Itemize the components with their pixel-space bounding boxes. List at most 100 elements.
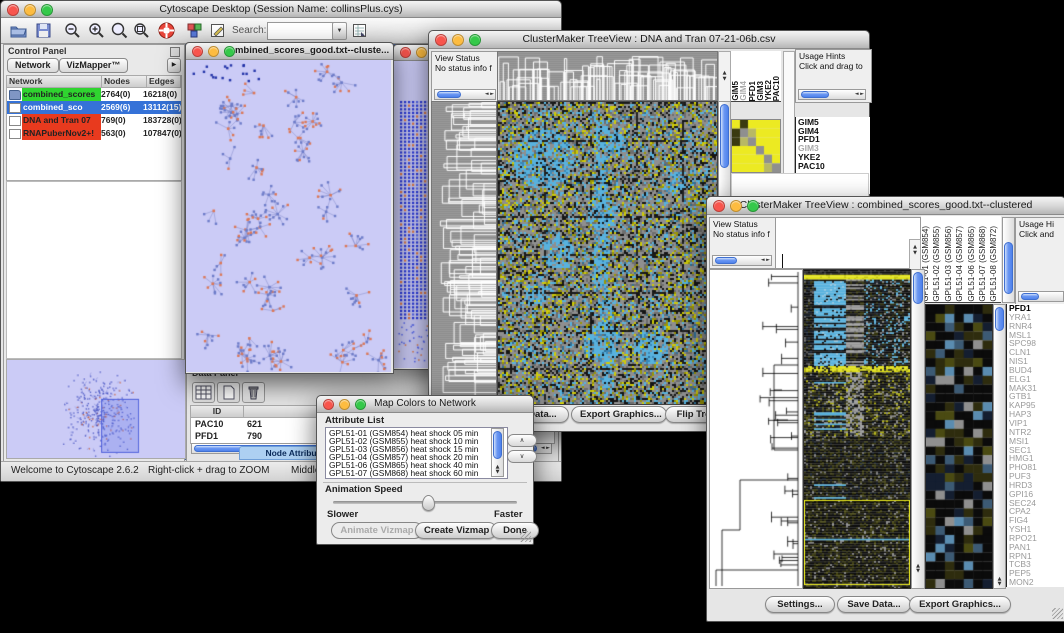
search-input[interactable] xyxy=(267,22,337,40)
tv1-column-label[interactable]: GIM4 xyxy=(739,81,747,101)
zoom-out-icon[interactable] xyxy=(63,21,82,40)
network-overview-thumbnail[interactable] xyxy=(6,359,186,459)
tv1-view-status-text: No status info f xyxy=(435,64,501,74)
tv2-global-heatmap[interactable] xyxy=(803,269,911,589)
tv2-button[interactable]: Save Data... xyxy=(837,596,911,613)
annotation-icon[interactable] xyxy=(208,21,227,40)
dialog-button[interactable]: Animate Vizmap xyxy=(331,522,423,539)
tv2-title-bar[interactable]: ClusterMaker TreeView : combined_scores_… xyxy=(707,197,1064,215)
net1-close-button[interactable] xyxy=(192,46,203,57)
net2-close-button[interactable] xyxy=(400,47,411,58)
dialog-button[interactable]: Done xyxy=(491,522,539,539)
col-nodes[interactable]: Nodes xyxy=(102,76,147,87)
attribute-list-item[interactable]: GPL51-07 (GSM868) heat shock 60 min xyxy=(329,469,507,477)
tv2-labels-vscrollbar[interactable] xyxy=(1002,217,1015,303)
open-folder-icon[interactable] xyxy=(9,21,28,40)
net1-zoom-button[interactable] xyxy=(224,46,235,57)
network-row[interactable]: RNAPuberNov2+! 563(0) 107847(0) xyxy=(7,127,181,140)
tv1-column-dendrogram[interactable] xyxy=(497,51,718,101)
status-welcome: Welcome to Cytoscape 2.6.2 xyxy=(11,465,139,476)
zoom-button[interactable] xyxy=(41,4,53,16)
tv2-column-label[interactable]: GPL51-06 (GSM865) xyxy=(967,226,978,302)
zoom-selected-icon[interactable] xyxy=(110,21,129,40)
main-title-bar[interactable]: Cytoscape Desktop (Session Name: collins… xyxy=(1,1,561,18)
tv1-zoom-button[interactable] xyxy=(469,34,481,46)
resize-grip[interactable] xyxy=(520,531,531,542)
new-attribute-icon[interactable] xyxy=(217,382,240,403)
tv2-column-label[interactable]: GPL51-08 (GSM872) xyxy=(989,226,1000,302)
net1-window-controls xyxy=(192,46,235,57)
network-row[interactable]: combined_sco 2569(6) 13112(15) xyxy=(7,101,181,114)
zoom-in-icon[interactable] xyxy=(87,21,106,40)
network-type-icon xyxy=(9,129,21,139)
tv2-minimize-button[interactable] xyxy=(730,200,742,212)
col-network[interactable]: Network xyxy=(7,76,102,87)
tv2-row-dendrogram[interactable] xyxy=(709,269,803,589)
network-name: RNAPuberNov2+! xyxy=(22,127,101,140)
move-down-button[interactable]: ∨ xyxy=(507,450,537,463)
minimize-button[interactable] xyxy=(24,4,36,16)
delete-attribute-icon[interactable] xyxy=(242,382,265,403)
dialog-zoom-button[interactable] xyxy=(355,399,366,410)
dialog-title-bar[interactable]: Map Colors to Network xyxy=(317,396,533,413)
net1-minimize-button[interactable] xyxy=(208,46,219,57)
tv1-zoom-heatmap[interactable] xyxy=(731,119,781,173)
tv1-row-dendrogram[interactable] xyxy=(431,101,497,405)
tv1-column-label[interactable]: PAC10 xyxy=(772,76,780,101)
network-nodes-count: 2764(0) xyxy=(101,88,143,101)
tv1-heatmap[interactable] xyxy=(497,101,718,405)
tv1-row-label[interactable]: PAC10 xyxy=(798,162,870,171)
tv1-button[interactable]: Export Graphics... xyxy=(571,406,667,423)
network-canvas-1[interactable] xyxy=(186,60,391,372)
move-up-button[interactable]: ∧ xyxy=(507,434,537,447)
tv1-minimize-button[interactable] xyxy=(452,34,464,46)
tv2-zoom-button[interactable] xyxy=(747,200,759,212)
network-row[interactable]: combined_scores 2764(0) 16218(0) xyxy=(7,88,181,101)
tab-network[interactable]: Network xyxy=(7,58,59,73)
dialog-button[interactable]: Create Vizmap xyxy=(415,522,497,539)
tv2-close-button[interactable] xyxy=(713,200,725,212)
tv2-button[interactable]: Settings... xyxy=(765,596,835,613)
col-id[interactable]: ID xyxy=(191,406,244,417)
net2-minimize-button[interactable] xyxy=(416,47,427,58)
dialog-close-button[interactable] xyxy=(323,399,334,410)
tv2-resize-grip[interactable] xyxy=(1052,608,1063,619)
tv2-status-hscrollbar[interactable]: ◄ ► xyxy=(712,255,772,266)
vizmapper-icon[interactable] xyxy=(185,21,204,40)
tv1-column-label[interactable]: GIM3 xyxy=(756,81,764,101)
gene-list-item[interactable]: MON2 xyxy=(1009,578,1064,587)
close-button[interactable] xyxy=(7,4,19,16)
tab-network[interactable]: VizMapper™ xyxy=(59,58,129,73)
tv2-pane-arrows[interactable]: ▲▼ xyxy=(909,239,921,271)
select-attributes-icon[interactable] xyxy=(192,382,215,403)
zoom-fit-icon[interactable] xyxy=(132,21,151,40)
col-edges[interactable]: Edges xyxy=(147,76,181,87)
slider-thumb[interactable] xyxy=(422,495,435,511)
tv1-title-bar[interactable]: ClusterMaker TreeView : DNA and Tran 07-… xyxy=(429,31,869,49)
tv2-column-label[interactable]: GPL51-04 (GSM857) xyxy=(955,226,966,302)
tv2-column-label[interactable]: GPL51-07 (GSM868) xyxy=(978,226,989,302)
tv2-button[interactable]: Export Graphics... xyxy=(909,596,1011,613)
tv2-global-vscrollbar[interactable]: ▲▼ xyxy=(911,269,925,589)
tab-overflow-arrow-icon[interactable]: ▶ xyxy=(167,58,181,73)
net1-title-bar[interactable]: combined_scores_good.txt--cluste... xyxy=(186,43,393,60)
faster-label: Faster xyxy=(494,509,523,520)
dialog-minimize-button[interactable] xyxy=(339,399,350,410)
tv2-column-label[interactable]: GPL51-02 (GSM855) xyxy=(932,226,943,302)
network-tree-empty-area xyxy=(6,181,182,359)
save-icon[interactable] xyxy=(34,21,53,40)
tv2-usage-hscrollbar[interactable] xyxy=(1018,291,1064,302)
tv1-status-hscrollbar[interactable]: ◄ ► xyxy=(434,89,496,100)
tv2-column-label[interactable]: GPL51-03 (GSM856) xyxy=(944,226,955,302)
network-row[interactable]: DNA and Tran 07 769(0) 183728(0) xyxy=(7,114,181,127)
tv2-zoom-vscrollbar[interactable]: ▲▼ xyxy=(993,304,1006,589)
tv2-zoom-heatmap[interactable] xyxy=(925,304,993,589)
float-panel-icon[interactable] xyxy=(170,47,180,57)
tv1-usage-hscrollbar[interactable]: ◄ ► xyxy=(798,89,866,100)
search-dropdown-icon[interactable]: ▼ xyxy=(332,22,347,40)
tv1-column-label[interactable]: PFD1 xyxy=(748,81,756,101)
network-import-icon[interactable] xyxy=(350,21,369,40)
help-lifering-icon[interactable] xyxy=(157,21,176,40)
attribute-list-vscrollbar[interactable]: ▲▼ xyxy=(491,428,504,477)
tv1-close-button[interactable] xyxy=(435,34,447,46)
